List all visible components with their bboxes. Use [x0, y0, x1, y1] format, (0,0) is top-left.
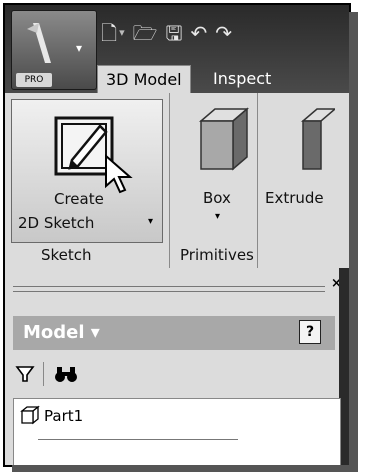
panel-label-primitives: Primitives — [180, 246, 254, 264]
create-label-line2: 2D Sketch — [18, 214, 95, 232]
chevron-down-icon: ▾ — [76, 41, 83, 55]
extrude-icon[interactable] — [273, 107, 335, 173]
create-label-line1: Create — [54, 190, 104, 208]
extrude-button-label[interactable]: Extrude — [265, 189, 324, 207]
ribbon: Create 2D Sketch ▾ Sketch Box ▾ Primitiv… — [5, 93, 349, 268]
undo-icon[interactable]: ↶ — [190, 23, 207, 43]
find-binoculars-icon[interactable] — [53, 364, 79, 384]
panel-label-sketch: Sketch — [41, 246, 92, 264]
model-dropdown[interactable]: Model ▾ — [23, 322, 100, 343]
filter-icon[interactable] — [15, 364, 35, 384]
tree-item-part1[interactable]: Part1 — [44, 407, 83, 425]
part-icon — [20, 405, 40, 425]
model-tree: Part1 — [13, 398, 341, 465]
new-file-icon[interactable]: 🗋 — [101, 23, 117, 43]
chevron-down-icon: ▾ — [148, 216, 154, 227]
browser-header: Model ▾ ? — [13, 316, 335, 350]
help-icon[interactable]: ? — [299, 320, 321, 344]
application-menu-button[interactable]: ▾ PRO — [11, 10, 97, 90]
toolbar-divider — [43, 362, 44, 386]
panel-divider — [257, 93, 258, 268]
title-bar: ▾ PRO 🗋 ▾ 🗁 🖫 ↶ ↷ 3D Model Inspect — [5, 5, 349, 94]
create-2d-sketch-button[interactable]: Create 2D Sketch ▾ — [11, 99, 163, 243]
model-browser: × Model ▾ ? Part1 — [5, 268, 349, 465]
save-icon[interactable]: 🖫 — [165, 23, 182, 43]
tab-inspect[interactable]: Inspect — [205, 65, 279, 93]
application-window: ▾ PRO 🗋 ▾ 🗁 🖫 ↶ ↷ 3D Model Inspect Creat… — [3, 3, 351, 467]
open-folder-icon[interactable]: 🗁 — [133, 23, 158, 43]
panel-divider — [169, 93, 170, 268]
edition-badge: PRO — [16, 73, 52, 87]
redo-icon[interactable]: ↷ — [215, 23, 232, 43]
drop-shadow — [12, 465, 358, 472]
box-button-label[interactable]: Box — [203, 189, 231, 207]
dropdown-caret-icon[interactable]: ▾ — [119, 23, 125, 43]
drop-shadow — [349, 12, 358, 470]
panel-grip[interactable] — [13, 286, 325, 292]
quick-access-toolbar: 🗋 ▾ 🗁 🖫 ↶ ↷ — [101, 21, 232, 45]
mouse-cursor-icon — [105, 154, 133, 194]
tab-3d-model[interactable]: 3D Model — [97, 65, 191, 94]
chevron-down-icon: ▾ — [215, 211, 221, 222]
box-primitive-icon[interactable] — [191, 107, 253, 173]
tree-item-partial — [38, 439, 238, 450]
inventor-logo-icon — [27, 23, 51, 63]
